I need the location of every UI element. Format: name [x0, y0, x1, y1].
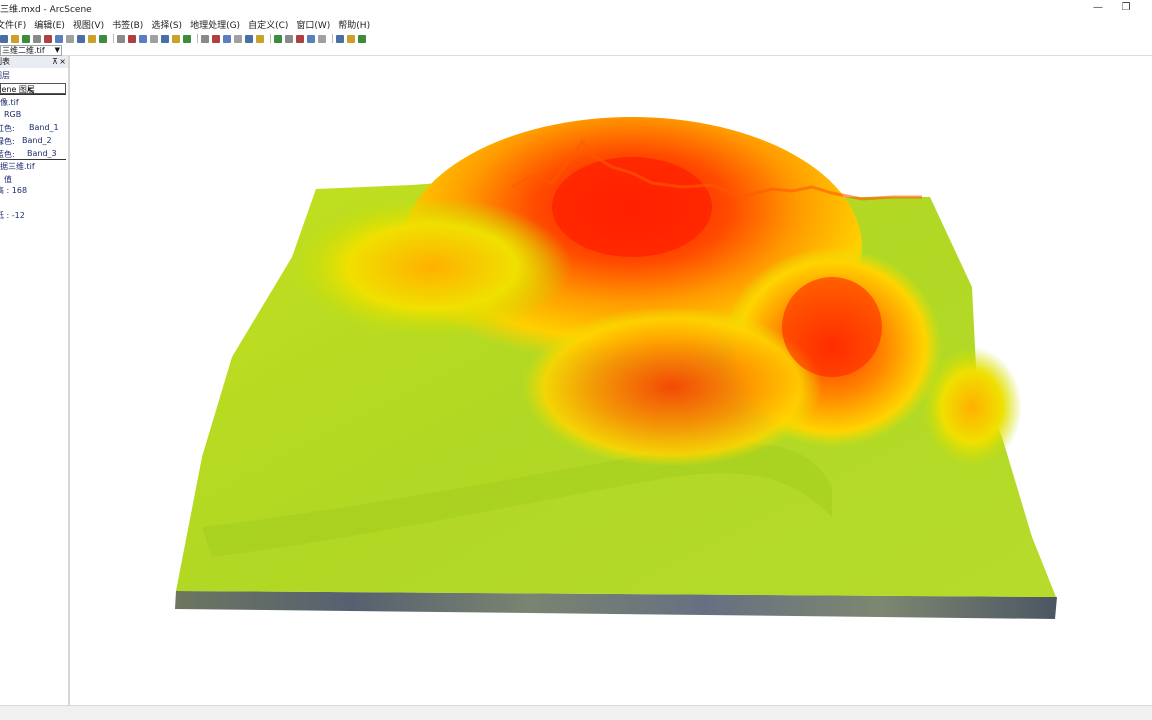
animation-icon[interactable]	[347, 34, 355, 43]
navigate-icon[interactable]	[201, 34, 209, 43]
find-icon[interactable]	[307, 34, 315, 43]
toc-blue-band: Band_3	[27, 149, 57, 158]
toc-low-value: 低 : -12	[0, 211, 25, 220]
toc-green-label: 绿色:	[0, 137, 15, 146]
pin-icon[interactable]: ⊼	[52, 56, 58, 68]
ridge-far-east	[922, 347, 1022, 467]
menu-view[interactable]: 视图(V)	[73, 18, 104, 31]
toolbar-separator	[332, 34, 333, 43]
close-icon[interactable]: ×	[59, 56, 66, 68]
chevron-down-icon[interactable]: ▼	[55, 46, 60, 55]
mountain-south	[522, 307, 822, 467]
fly-icon[interactable]	[212, 34, 220, 43]
pan-icon[interactable]	[245, 34, 253, 43]
toolbar-separator	[197, 34, 198, 43]
select-icon[interactable]	[274, 34, 282, 43]
toc-divider	[0, 94, 66, 95]
menu-geoprocessing[interactable]: 地理处理(G)	[190, 18, 240, 31]
open-icon[interactable]	[11, 34, 19, 43]
toc-layers-root[interactable]: 图层	[0, 70, 10, 81]
toolbox-icon[interactable]	[161, 34, 169, 43]
mountain-west	[292, 197, 572, 337]
globe-icon[interactable]	[336, 34, 344, 43]
toc-dem-layer[interactable]: 数据三维.tif	[0, 161, 35, 172]
peak-east	[782, 277, 882, 377]
menu-window[interactable]: 窗口(W)	[296, 18, 330, 31]
mouse-cursor-icon: ↖	[27, 86, 36, 97]
model-icon[interactable]	[183, 34, 191, 43]
paste-icon[interactable]	[66, 34, 74, 43]
layer-combo[interactable]: 三维二维.tif ▼	[0, 45, 62, 56]
zoom-out-icon[interactable]	[234, 34, 242, 43]
menu-bar: 文件(F) 编辑(E) 视图(V) 书签(B) 选择(S) 地理处理(G) 自定…	[0, 16, 1152, 32]
toc-green-band: Band_2	[22, 136, 52, 145]
python-icon[interactable]	[172, 34, 180, 43]
menu-bookmarks[interactable]: 书签(B)	[112, 18, 143, 31]
print-icon[interactable]	[33, 34, 41, 43]
toolbar-separator	[270, 34, 271, 43]
menu-help[interactable]: 帮助(H)	[338, 18, 370, 31]
toolbar-separator	[113, 34, 114, 43]
toc-divider-2	[0, 159, 66, 160]
cut-icon[interactable]	[44, 34, 52, 43]
undo-icon[interactable]	[88, 34, 96, 43]
menu-edit[interactable]: 编辑(E)	[34, 18, 65, 31]
status-bar	[0, 705, 1152, 720]
layer-bar: 三维二维.tif ▼	[0, 45, 1152, 56]
swipe-icon[interactable]	[318, 34, 326, 43]
scene-properties-icon[interactable]	[128, 34, 136, 43]
menu-file[interactable]: 文件(F)	[0, 18, 26, 31]
standard-toolbar	[0, 32, 1152, 45]
delete-icon[interactable]	[77, 34, 85, 43]
zoom-in-icon[interactable]	[223, 34, 231, 43]
minimize-button[interactable]: —	[1084, 0, 1112, 16]
window-title: 三维.mxd - ArcScene	[0, 5, 92, 15]
title-bar: 三维.mxd - ArcScene — ❐	[0, 0, 1152, 16]
toc-rgb-label: RGB	[4, 110, 22, 119]
toc-red-band: Band_1	[29, 123, 59, 132]
toc-high-value: 高 : 168	[0, 186, 28, 195]
export-icon[interactable]	[358, 34, 366, 43]
menu-customize[interactable]: 自定义(C)	[248, 18, 288, 31]
terrain-3d-view	[175, 117, 1057, 619]
layer-properties-icon[interactable]	[139, 34, 147, 43]
redo-icon[interactable]	[99, 34, 107, 43]
table-of-contents: 内容列表 ⊼ × 图层 Scene 图层 ↖ 影像.tif RGB 红色: Ba…	[0, 56, 70, 706]
new-icon[interactable]	[0, 34, 8, 43]
save-icon[interactable]	[22, 34, 30, 43]
scene-viewport[interactable]	[72, 57, 1152, 705]
toc-red-label: 红色:	[0, 124, 15, 133]
measure-icon[interactable]	[296, 34, 304, 43]
identify-icon[interactable]	[285, 34, 293, 43]
full-extent-icon[interactable]	[256, 34, 264, 43]
add-data-icon[interactable]	[117, 34, 125, 43]
menu-selection[interactable]: 选择(S)	[151, 18, 182, 31]
toc-title: 内容列表	[0, 57, 10, 66]
layer-combo-value: 三维二维.tif	[2, 46, 45, 55]
toc-header: 内容列表 ⊼ ×	[0, 56, 68, 68]
copy-icon[interactable]	[55, 34, 63, 43]
toc-value-label: 值	[4, 175, 12, 184]
catalog-icon[interactable]	[150, 34, 158, 43]
restore-button[interactable]: ❐	[1112, 0, 1140, 16]
toc-image-layer[interactable]: 影像.tif	[0, 97, 19, 108]
